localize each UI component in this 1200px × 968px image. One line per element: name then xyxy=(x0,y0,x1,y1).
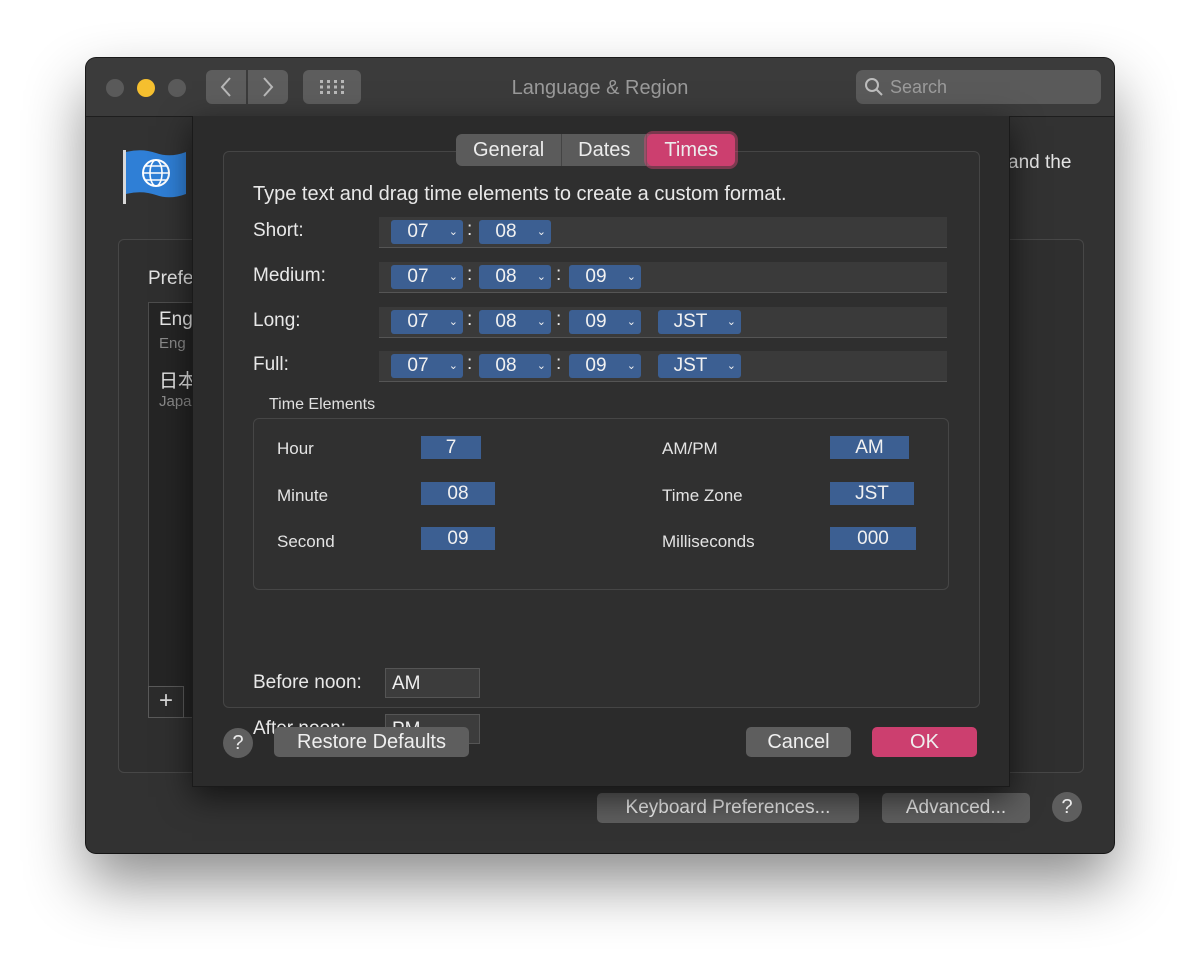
hour-token[interactable]: 07 ⌄ xyxy=(391,354,463,378)
full-format-label: Full: xyxy=(253,354,289,375)
separator: : xyxy=(556,309,562,330)
chevron-down-icon: ⌄ xyxy=(726,360,736,372)
time-elements-title: Time Elements xyxy=(269,396,376,413)
chevron-down-icon: ⌄ xyxy=(536,226,546,238)
keyboard-preferences-button[interactable]: Keyboard Preferences... xyxy=(597,793,859,823)
timezone-element-token[interactable]: JST xyxy=(830,482,914,505)
hour-token[interactable]: 07 ⌄ xyxy=(391,220,463,244)
medium-format-label: Medium: xyxy=(253,265,326,286)
separator: : xyxy=(467,353,473,374)
search-placeholder: Search xyxy=(890,76,948,97)
instruction-text: Type text and drag time elements to crea… xyxy=(253,183,787,205)
restore-defaults-button[interactable]: Restore Defaults xyxy=(274,727,469,757)
separator: : xyxy=(556,264,562,285)
second-token[interactable]: 09 ⌄ xyxy=(569,354,641,378)
separator: : xyxy=(467,309,473,330)
help-button[interactable]: ? xyxy=(1052,792,1082,822)
before-noon-label: Before noon: xyxy=(253,672,362,693)
advanced-sheet: General Dates Times Type text and drag t… xyxy=(192,116,1010,787)
chevron-down-icon: ⌄ xyxy=(448,360,458,372)
minute-element-label: Minute xyxy=(277,486,329,505)
minute-token[interactable]: 08 ⌄ xyxy=(479,354,551,378)
search-icon xyxy=(865,78,883,96)
ampm-element-label: AM/PM xyxy=(662,439,718,458)
full-format-field[interactable]: 07 ⌄ : 08 ⌄ : 09 ⌄ JST ⌄ xyxy=(379,351,947,382)
tab-general[interactable]: General xyxy=(456,134,563,166)
second-token[interactable]: 09 ⌄ xyxy=(569,310,641,334)
preferred-languages-label: Prefe xyxy=(148,268,194,289)
hour-element-token[interactable]: 7 xyxy=(421,436,481,459)
chevron-down-icon: ⌄ xyxy=(726,316,736,328)
chevron-down-icon: ⌄ xyxy=(448,316,458,328)
tab-bar: General Dates Times xyxy=(456,134,736,166)
ok-button[interactable]: OK xyxy=(872,727,977,757)
second-token[interactable]: 09 ⌄ xyxy=(569,265,641,289)
language-subtitle: Japa xyxy=(159,393,192,410)
tab-times[interactable]: Times xyxy=(647,134,736,166)
globe-flag-icon xyxy=(123,150,186,204)
hour-token[interactable]: 07 ⌄ xyxy=(391,265,463,289)
hour-token[interactable]: 07 ⌄ xyxy=(391,310,463,334)
title-bar: Language & Region Search xyxy=(86,58,1114,117)
minute-token[interactable]: 08 ⌄ xyxy=(479,310,551,334)
minute-element-token[interactable]: 08 xyxy=(421,482,495,505)
medium-format-field[interactable]: 07 ⌄ : 08 ⌄ : 09 ⌄ xyxy=(379,262,947,293)
long-format-field[interactable]: 07 ⌄ : 08 ⌄ : 09 ⌄ JST ⌄ xyxy=(379,307,947,338)
language-region-window: Language & Region Search and the Prefe E… xyxy=(86,58,1114,853)
ampm-element-token[interactable]: AM xyxy=(830,436,909,459)
separator: : xyxy=(467,219,473,240)
chevron-down-icon: ⌄ xyxy=(536,271,546,283)
separator: : xyxy=(467,264,473,285)
separator: : xyxy=(556,353,562,374)
description-text: and the xyxy=(1008,152,1072,173)
long-format-label: Long: xyxy=(253,310,301,331)
chevron-down-icon: ⌄ xyxy=(536,360,546,372)
chevron-down-icon: ⌄ xyxy=(536,316,546,328)
chevron-down-icon: ⌄ xyxy=(448,271,458,283)
second-element-label: Second xyxy=(277,532,335,551)
before-noon-field[interactable]: AM xyxy=(385,668,480,698)
minute-token[interactable]: 08 ⌄ xyxy=(479,220,551,244)
timezone-token[interactable]: JST ⌄ xyxy=(658,354,741,378)
time-elements-box: Hour 7 Minute 08 Second 09 AM/PM AM Time… xyxy=(253,418,949,590)
language-name: Eng xyxy=(159,309,193,330)
second-element-token[interactable]: 09 xyxy=(421,527,495,550)
milliseconds-element-token[interactable]: 000 xyxy=(830,527,916,550)
hour-element-label: Hour xyxy=(277,439,314,458)
chevron-down-icon: ⌄ xyxy=(448,226,458,238)
short-format-label: Short: xyxy=(253,220,304,241)
tab-dates[interactable]: Dates xyxy=(562,134,648,166)
chevron-down-icon: ⌄ xyxy=(626,360,636,372)
add-language-button[interactable]: + xyxy=(148,686,184,718)
language-subtitle: Eng xyxy=(159,335,186,352)
milliseconds-element-label: Milliseconds xyxy=(662,532,755,551)
chevron-down-icon: ⌄ xyxy=(626,316,636,328)
timezone-element-label: Time Zone xyxy=(662,486,743,505)
cancel-button[interactable]: Cancel xyxy=(746,727,851,757)
sheet-help-button[interactable]: ? xyxy=(223,728,253,758)
advanced-button[interactable]: Advanced... xyxy=(882,793,1030,823)
minute-token[interactable]: 08 ⌄ xyxy=(479,265,551,289)
search-field[interactable]: Search xyxy=(856,70,1101,104)
chevron-down-icon: ⌄ xyxy=(626,271,636,283)
timezone-token[interactable]: JST ⌄ xyxy=(658,310,741,334)
short-format-field[interactable]: 07 ⌄ : 08 ⌄ xyxy=(379,217,947,248)
